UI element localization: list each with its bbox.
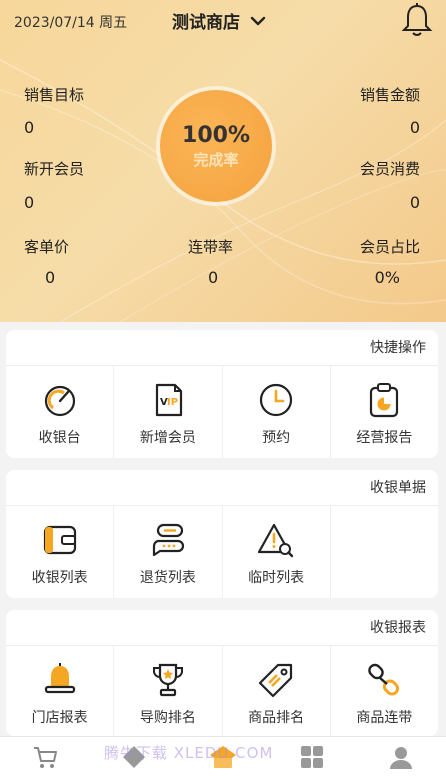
temp-list-button[interactable]: 临时列表 <box>223 506 331 598</box>
attach-rate-value: 0 <box>208 268 219 287</box>
completion-percent: 100% <box>182 123 250 148</box>
member-ratio-value: 0% <box>374 268 400 287</box>
bell-icon[interactable] <box>400 2 434 38</box>
new-members-value: 0 <box>24 193 35 212</box>
completion-ring: 100% 完成率 <box>156 86 276 206</box>
sales-target-value: 0 <box>24 118 35 137</box>
return-chat-icon <box>152 523 184 557</box>
cashier-list-button[interactable]: 收银列表 <box>6 506 115 598</box>
quick-ops-title: 快捷操作 <box>6 330 438 366</box>
gauge-icon <box>44 385 75 417</box>
bottom-nav <box>0 736 446 776</box>
reports-title: 收银报表 <box>6 610 438 646</box>
store-selector[interactable]: 测试商店 <box>172 8 266 33</box>
member-spend-value: 0 <box>409 193 420 212</box>
avg-ticket-value: 0 <box>45 268 56 287</box>
warning-search-icon <box>258 523 294 558</box>
appointment-button[interactable]: 预约 <box>223 366 331 458</box>
product-ranking-label: 商品排名 <box>248 710 305 726</box>
nav-home[interactable] <box>203 739 243 775</box>
cashier-label: 收银台 <box>38 430 81 446</box>
member-ratio-label: 会员占比 <box>359 238 420 256</box>
trophy-icon <box>152 663 183 697</box>
date-label: 2023/07/14 周五 <box>14 15 128 31</box>
user-icon <box>390 746 413 769</box>
nav-cart[interactable] <box>25 739 65 775</box>
report-clipboard-icon <box>370 383 399 418</box>
wallet-icon <box>43 525 76 555</box>
store-report-label: 门店报表 <box>31 710 88 726</box>
quick-ops-card: 快捷操作 收银台 V IP 新增会员 预约 经营报告 <box>6 330 438 458</box>
stats-header: 2023/07/14 周五 测试商店 销售目标 0 新开会员 0 销售金额 0 … <box>0 0 446 322</box>
member-spend-label: 会员消费 <box>359 160 420 178</box>
sales-target-label: 销售目标 <box>24 86 85 104</box>
business-report-button[interactable]: 经营报告 <box>331 366 438 458</box>
add-member-label: 新增会员 <box>139 430 196 446</box>
nav-apps[interactable] <box>292 739 332 775</box>
tag-icon <box>259 663 293 698</box>
cart-icon <box>33 746 57 768</box>
cashier-list-label: 收银列表 <box>31 570 88 586</box>
return-list-label: 退货列表 <box>139 570 196 586</box>
return-list-button[interactable]: 退货列表 <box>114 506 223 598</box>
guide-ranking-button[interactable]: 导购排名 <box>114 646 223 736</box>
new-members-label: 新开会员 <box>24 160 85 178</box>
product-ranking-button[interactable]: 商品排名 <box>223 646 331 736</box>
avg-ticket-label: 客单价 <box>24 238 70 256</box>
link-icon <box>368 663 400 696</box>
cashier-button[interactable]: 收银台 <box>6 366 115 458</box>
attach-rate-label: 连带率 <box>188 238 234 256</box>
store-name: 测试商店 <box>172 13 240 33</box>
add-member-button[interactable]: V IP 新增会员 <box>114 366 223 458</box>
home-icon <box>209 745 236 768</box>
vip-card-icon: V IP <box>155 383 182 417</box>
svg-text:IP: IP <box>167 397 178 408</box>
sales-amount-label: 销售金额 <box>359 86 420 104</box>
store-report-button[interactable]: 门店报表 <box>6 646 115 736</box>
nav-user[interactable] <box>381 739 421 775</box>
reports-card: 收银报表 门店报表 导购排名 商品排名 商品连带 <box>6 610 438 736</box>
clock-icon <box>260 383 293 417</box>
guide-ranking-label: 导购排名 <box>139 710 196 726</box>
appointment-label: 预约 <box>262 430 291 446</box>
top-bar: 2023/07/14 周五 测试商店 <box>0 0 446 44</box>
product-attach-label: 商品连带 <box>356 710 413 726</box>
temp-list-label: 临时列表 <box>248 570 305 586</box>
bell-report-icon <box>44 663 75 694</box>
completion-label: 完成率 <box>193 151 239 169</box>
receipts-card: 收银单据 收银列表 退货列表 临时列表 <box>6 470 438 598</box>
diamond-icon <box>122 745 145 768</box>
product-attach-button[interactable]: 商品连带 <box>331 646 438 736</box>
apps-icon <box>301 745 324 768</box>
sales-amount-value: 0 <box>409 118 420 137</box>
receipts-title: 收银单据 <box>6 470 438 506</box>
empty-cell <box>331 506 438 598</box>
nav-diamond[interactable] <box>114 739 154 775</box>
chevron-down-icon <box>250 16 266 25</box>
business-report-label: 经营报告 <box>356 430 413 446</box>
